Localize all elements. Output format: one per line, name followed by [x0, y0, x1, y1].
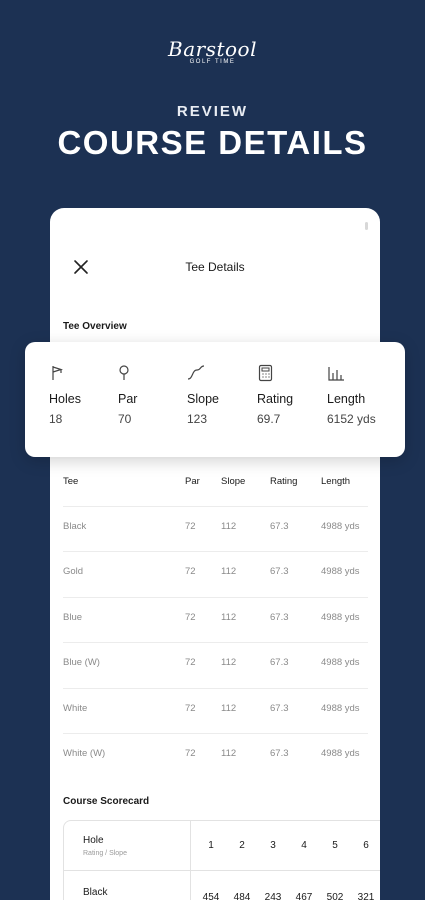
- length-icon: [328, 367, 344, 381]
- table-row[interactable]: Blue (W) 72 112 67.3 4988 yds: [63, 642, 368, 687]
- cell-length: 4988 yds: [321, 611, 360, 623]
- tee-overview-label: Tee Overview: [63, 321, 127, 332]
- hole-yardage: 484: [233, 892, 251, 900]
- header-length: Length: [321, 476, 351, 487]
- cell-tee: Gold: [63, 566, 84, 578]
- cell-par: 72: [185, 566, 196, 578]
- tee-overview-card: Holes 18 Par 70 Slope 123 Rating 69.7 Le…: [25, 342, 405, 457]
- cell-slope: 112: [221, 521, 237, 532]
- hole-number: 2: [239, 840, 245, 851]
- overview-value: 69.7: [257, 412, 281, 426]
- table-row[interactable]: White (W) 72 112 67.3 4988 yds: [63, 732, 368, 778]
- cell-rating: 67.3: [270, 657, 289, 669]
- slope-icon: [187, 365, 205, 380]
- promo-headline: COURSE DETAILS: [57, 124, 368, 161]
- table-row[interactable]: Blue 72 112 67.3 4988 yds: [63, 596, 368, 642]
- cell-slope: 112: [221, 702, 237, 714]
- rating-slope-label: Rating / Slope: [83, 850, 127, 857]
- overview-value: 18: [49, 412, 63, 426]
- overview-label: Slope: [187, 392, 219, 406]
- hole-yardage: 502: [326, 892, 344, 900]
- cell-length: 4988 yds: [321, 657, 360, 669]
- cell-tee: Blue: [63, 611, 83, 623]
- hole-number: 1: [208, 840, 214, 851]
- hole-number: 6: [363, 840, 369, 851]
- cell-par: 72: [185, 611, 196, 623]
- cell-rating: 67.3: [270, 611, 289, 623]
- overview-label: Holes: [49, 392, 81, 406]
- tee-table: Tee Par Slope Rating Length Black 72 112…: [63, 476, 368, 778]
- brand-tagline: GOLF TIME: [189, 59, 236, 65]
- cell-rating: 67.3: [270, 702, 289, 714]
- cell-length: 4988 yds: [321, 702, 360, 714]
- flag-icon: [52, 366, 64, 380]
- header-slope: Slope: [221, 476, 246, 487]
- cell-par: 72: [185, 521, 196, 532]
- hole-yardage: 467: [295, 892, 313, 900]
- cell-slope: 112: [221, 747, 237, 759]
- cell-rating: 67.3: [270, 566, 289, 578]
- hole-label: Hole: [83, 835, 104, 846]
- tee-table-header: Tee Par Slope Rating Length: [63, 476, 368, 506]
- overview-label: Par: [118, 392, 138, 406]
- hole-number: 5: [332, 840, 338, 851]
- pin-icon: [119, 365, 129, 380]
- overview-holes: Holes 18: [49, 364, 81, 426]
- table-row[interactable]: Black 72 112 67.3 4988 yds: [63, 506, 368, 551]
- overview-value: 123: [187, 412, 208, 426]
- cell-tee: White: [63, 702, 88, 714]
- overview-value: 6152 yds: [327, 412, 376, 426]
- overview-slope: Slope 123: [187, 364, 219, 426]
- cell-par: 72: [185, 702, 196, 714]
- header-rating: Rating: [270, 476, 298, 487]
- scorecard-hole-numbers: 1 2 3 4 5 6: [191, 821, 380, 871]
- cell-par: 72: [185, 747, 196, 759]
- cell-slope: 112: [221, 657, 237, 669]
- overview-length: Length 6152 yds: [327, 364, 376, 426]
- hole-yardage: 454: [202, 892, 220, 900]
- phone-screen: Tee Details Tee Overview Tee Par Slope R…: [50, 208, 380, 900]
- brand-name: Barstool: [168, 37, 257, 61]
- brand-logo: Barstool GOLF TIME: [0, 38, 425, 66]
- scroll-indicator[interactable]: [365, 222, 368, 230]
- hole-yardage: 243: [264, 892, 282, 900]
- scorecard-row: 454 484 243 467 502 321: [191, 871, 380, 900]
- header-tee: Tee: [63, 476, 79, 487]
- scorecard-hole-header: Hole Rating / Slope: [64, 821, 191, 871]
- cell-rating: 67.3: [270, 747, 289, 759]
- overview-value: 70: [118, 412, 132, 426]
- cell-slope: 112: [221, 566, 237, 578]
- table-row[interactable]: Gold 72 112 67.3 4988 yds: [63, 551, 368, 596]
- screen-title: Tee Details: [185, 260, 245, 274]
- cell-slope: 112: [221, 611, 237, 623]
- scorecard-tee-name: Black: [83, 887, 108, 898]
- cell-par: 72: [185, 657, 196, 669]
- hole-number: 3: [270, 840, 276, 851]
- cell-length: 4988 yds: [321, 747, 360, 759]
- cell-length: 4988 yds: [321, 521, 360, 532]
- overview-par: Par 70: [118, 364, 137, 426]
- scorecard-tee-label-cell: Black: [64, 871, 191, 900]
- overview-label: Rating: [257, 392, 294, 406]
- overview-label: Length: [327, 392, 366, 406]
- cell-tee: White (W): [63, 747, 106, 759]
- cell-tee: Black: [63, 521, 87, 532]
- cell-rating: 67.3: [270, 521, 289, 532]
- table-row[interactable]: White 72 112 67.3 4988 yds: [63, 687, 368, 733]
- cell-tee: Blue (W): [63, 657, 100, 669]
- overview-rating: Rating 69.7: [257, 364, 293, 426]
- hole-number: 4: [301, 840, 307, 851]
- header-par: Par: [185, 476, 200, 487]
- calculator-icon: [258, 364, 273, 382]
- promo-eyebrow: REVIEW: [176, 103, 249, 120]
- cell-length: 4988 yds: [321, 566, 360, 578]
- hole-yardage: 321: [357, 892, 375, 900]
- course-scorecard-label: Course Scorecard: [63, 796, 150, 807]
- scorecard-table[interactable]: Hole Rating / Slope 1 2 3 4 5 6 Black 45…: [63, 820, 380, 900]
